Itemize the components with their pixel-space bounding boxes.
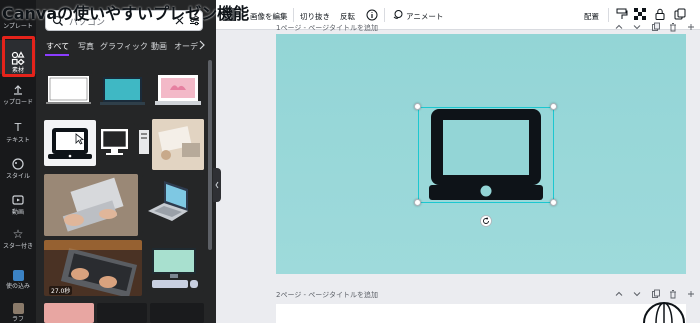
flip-button[interactable]: 反転 <box>340 11 355 22</box>
rail-label: ラフ <box>11 316 24 323</box>
info-icon[interactable] <box>366 9 378 21</box>
result-laptop-isometric[interactable] <box>142 175 204 233</box>
selection-box <box>418 107 554 203</box>
crop-button[interactable]: 切り抜き <box>300 11 330 22</box>
draw-icon <box>12 303 24 314</box>
resize-handle[interactable] <box>414 103 421 110</box>
result-laptop-icon-selected[interactable] <box>44 120 96 166</box>
photo-laptop-icon <box>44 174 138 236</box>
paint-roller-icon[interactable] <box>616 8 628 21</box>
tab-graphics[interactable]: グラフィック <box>100 41 148 52</box>
desktop-pc-icon <box>101 129 128 155</box>
rail-label: テキスト <box>6 137 30 144</box>
laptop-outline-icon <box>46 76 91 104</box>
result-thumb-partial-1[interactable] <box>44 303 94 323</box>
edit-image-button[interactable]: 画像を編集 <box>250 11 288 22</box>
resize-handle[interactable] <box>414 199 421 206</box>
rail-label: 使の込み <box>5 283 30 290</box>
photo-desk-icon <box>152 119 204 170</box>
chevron-down-icon[interactable] <box>632 22 642 32</box>
result-thumb-partial-3[interactable] <box>150 303 204 323</box>
result-laptop-outline[interactable] <box>44 72 93 108</box>
rail-label: スタイル <box>5 173 30 180</box>
rail-item-uploads[interactable]: ップロード <box>0 72 36 106</box>
panel-collapse-handle[interactable] <box>213 168 221 202</box>
upload-icon <box>14 85 22 95</box>
result-photo-hands-laptop[interactable] <box>44 174 138 236</box>
animate-button[interactable]: アニメート <box>406 11 443 22</box>
rail-item-text[interactable]: T テキスト <box>0 110 36 144</box>
toolbar-divider <box>293 8 294 22</box>
rail-label: スター付き <box>2 243 33 250</box>
result-laptop-teal[interactable] <box>97 72 148 108</box>
cursor-icon <box>75 133 84 145</box>
text-icon: T <box>14 121 22 134</box>
tab-videos[interactable]: 動画 <box>151 41 167 52</box>
pc-tower-icon <box>139 130 149 154</box>
lock-icon[interactable] <box>654 8 666 20</box>
result-desktop-pc[interactable] <box>99 123 135 161</box>
animate-icon <box>393 10 403 19</box>
globe-graphic-icon <box>643 302 685 323</box>
video-icon <box>12 195 24 205</box>
result-pc-tower[interactable] <box>137 124 151 160</box>
add-page-icon[interactable] <box>686 22 696 32</box>
tab-audio[interactable]: オーデ <box>174 41 198 52</box>
toolbar-divider <box>384 8 385 22</box>
trash-icon[interactable] <box>668 22 678 32</box>
panel-scrollbar[interactable] <box>208 60 212 250</box>
rail-label: 動画 <box>11 209 24 216</box>
resize-handle[interactable] <box>550 103 557 110</box>
tab-underline <box>45 54 69 56</box>
rail-label: ップロード <box>2 99 33 106</box>
laptop-isometric-icon <box>148 181 188 221</box>
chevron-right-icon[interactable] <box>198 40 206 50</box>
page2-title[interactable]: 2ページ - ページタイトルを追加 <box>276 290 378 300</box>
chevron-up-icon[interactable] <box>614 22 624 32</box>
rail-item-draw[interactable]: ラフ <box>0 293 36 323</box>
embed-icon <box>12 270 24 281</box>
rail-item-video[interactable]: 動画 <box>0 182 36 216</box>
rail-item-starred[interactable]: ☆ スター付き <box>0 216 36 250</box>
rotate-icon[interactable] <box>480 215 492 227</box>
tab-photos[interactable]: 写真 <box>78 41 94 52</box>
result-photo-desk[interactable] <box>152 119 204 170</box>
video-duration: 27.0秒 <box>49 286 73 295</box>
page1-title[interactable]: 1ページ - ページタイトルを追加 <box>276 23 378 33</box>
transparency-icon[interactable] <box>634 8 646 20</box>
rail-item-embed[interactable]: 使の込み <box>0 256 36 290</box>
laptop-teal-icon <box>100 77 145 105</box>
monitor-keyboard-icon <box>152 248 198 288</box>
position-button[interactable]: 配置 <box>584 11 599 22</box>
rail-label: ンプレート <box>3 23 33 30</box>
highlight-box <box>2 36 35 77</box>
toolbar-divider <box>608 8 609 22</box>
copy-page-icon[interactable] <box>651 22 661 32</box>
rail-item-styles[interactable]: スタイル <box>0 146 36 180</box>
video-title-overlay: Canvaの使いやすいプレゼン機能 <box>2 4 250 23</box>
chevron-up-icon[interactable] <box>614 289 624 299</box>
canva-editor: ンプレート 素材 ップロード T テキスト スタイル 動画 ☆ スター付き 使の… <box>0 0 700 323</box>
page-2-canvas[interactable] <box>276 304 686 323</box>
resize-handle[interactable] <box>550 199 557 206</box>
result-monitor-keyboard[interactable] <box>146 244 204 292</box>
laptop-pink-icon <box>155 75 201 105</box>
result-laptop-pink[interactable] <box>152 72 204 108</box>
chevron-left-icon <box>215 181 219 189</box>
result-thumb-partial-2[interactable] <box>97 303 147 323</box>
tab-all[interactable]: すべて <box>46 41 69 52</box>
star-icon: ☆ <box>12 227 24 241</box>
style-icon <box>12 158 24 170</box>
duplicate-icon[interactable] <box>674 8 686 20</box>
laptop-black-icon <box>48 128 92 159</box>
